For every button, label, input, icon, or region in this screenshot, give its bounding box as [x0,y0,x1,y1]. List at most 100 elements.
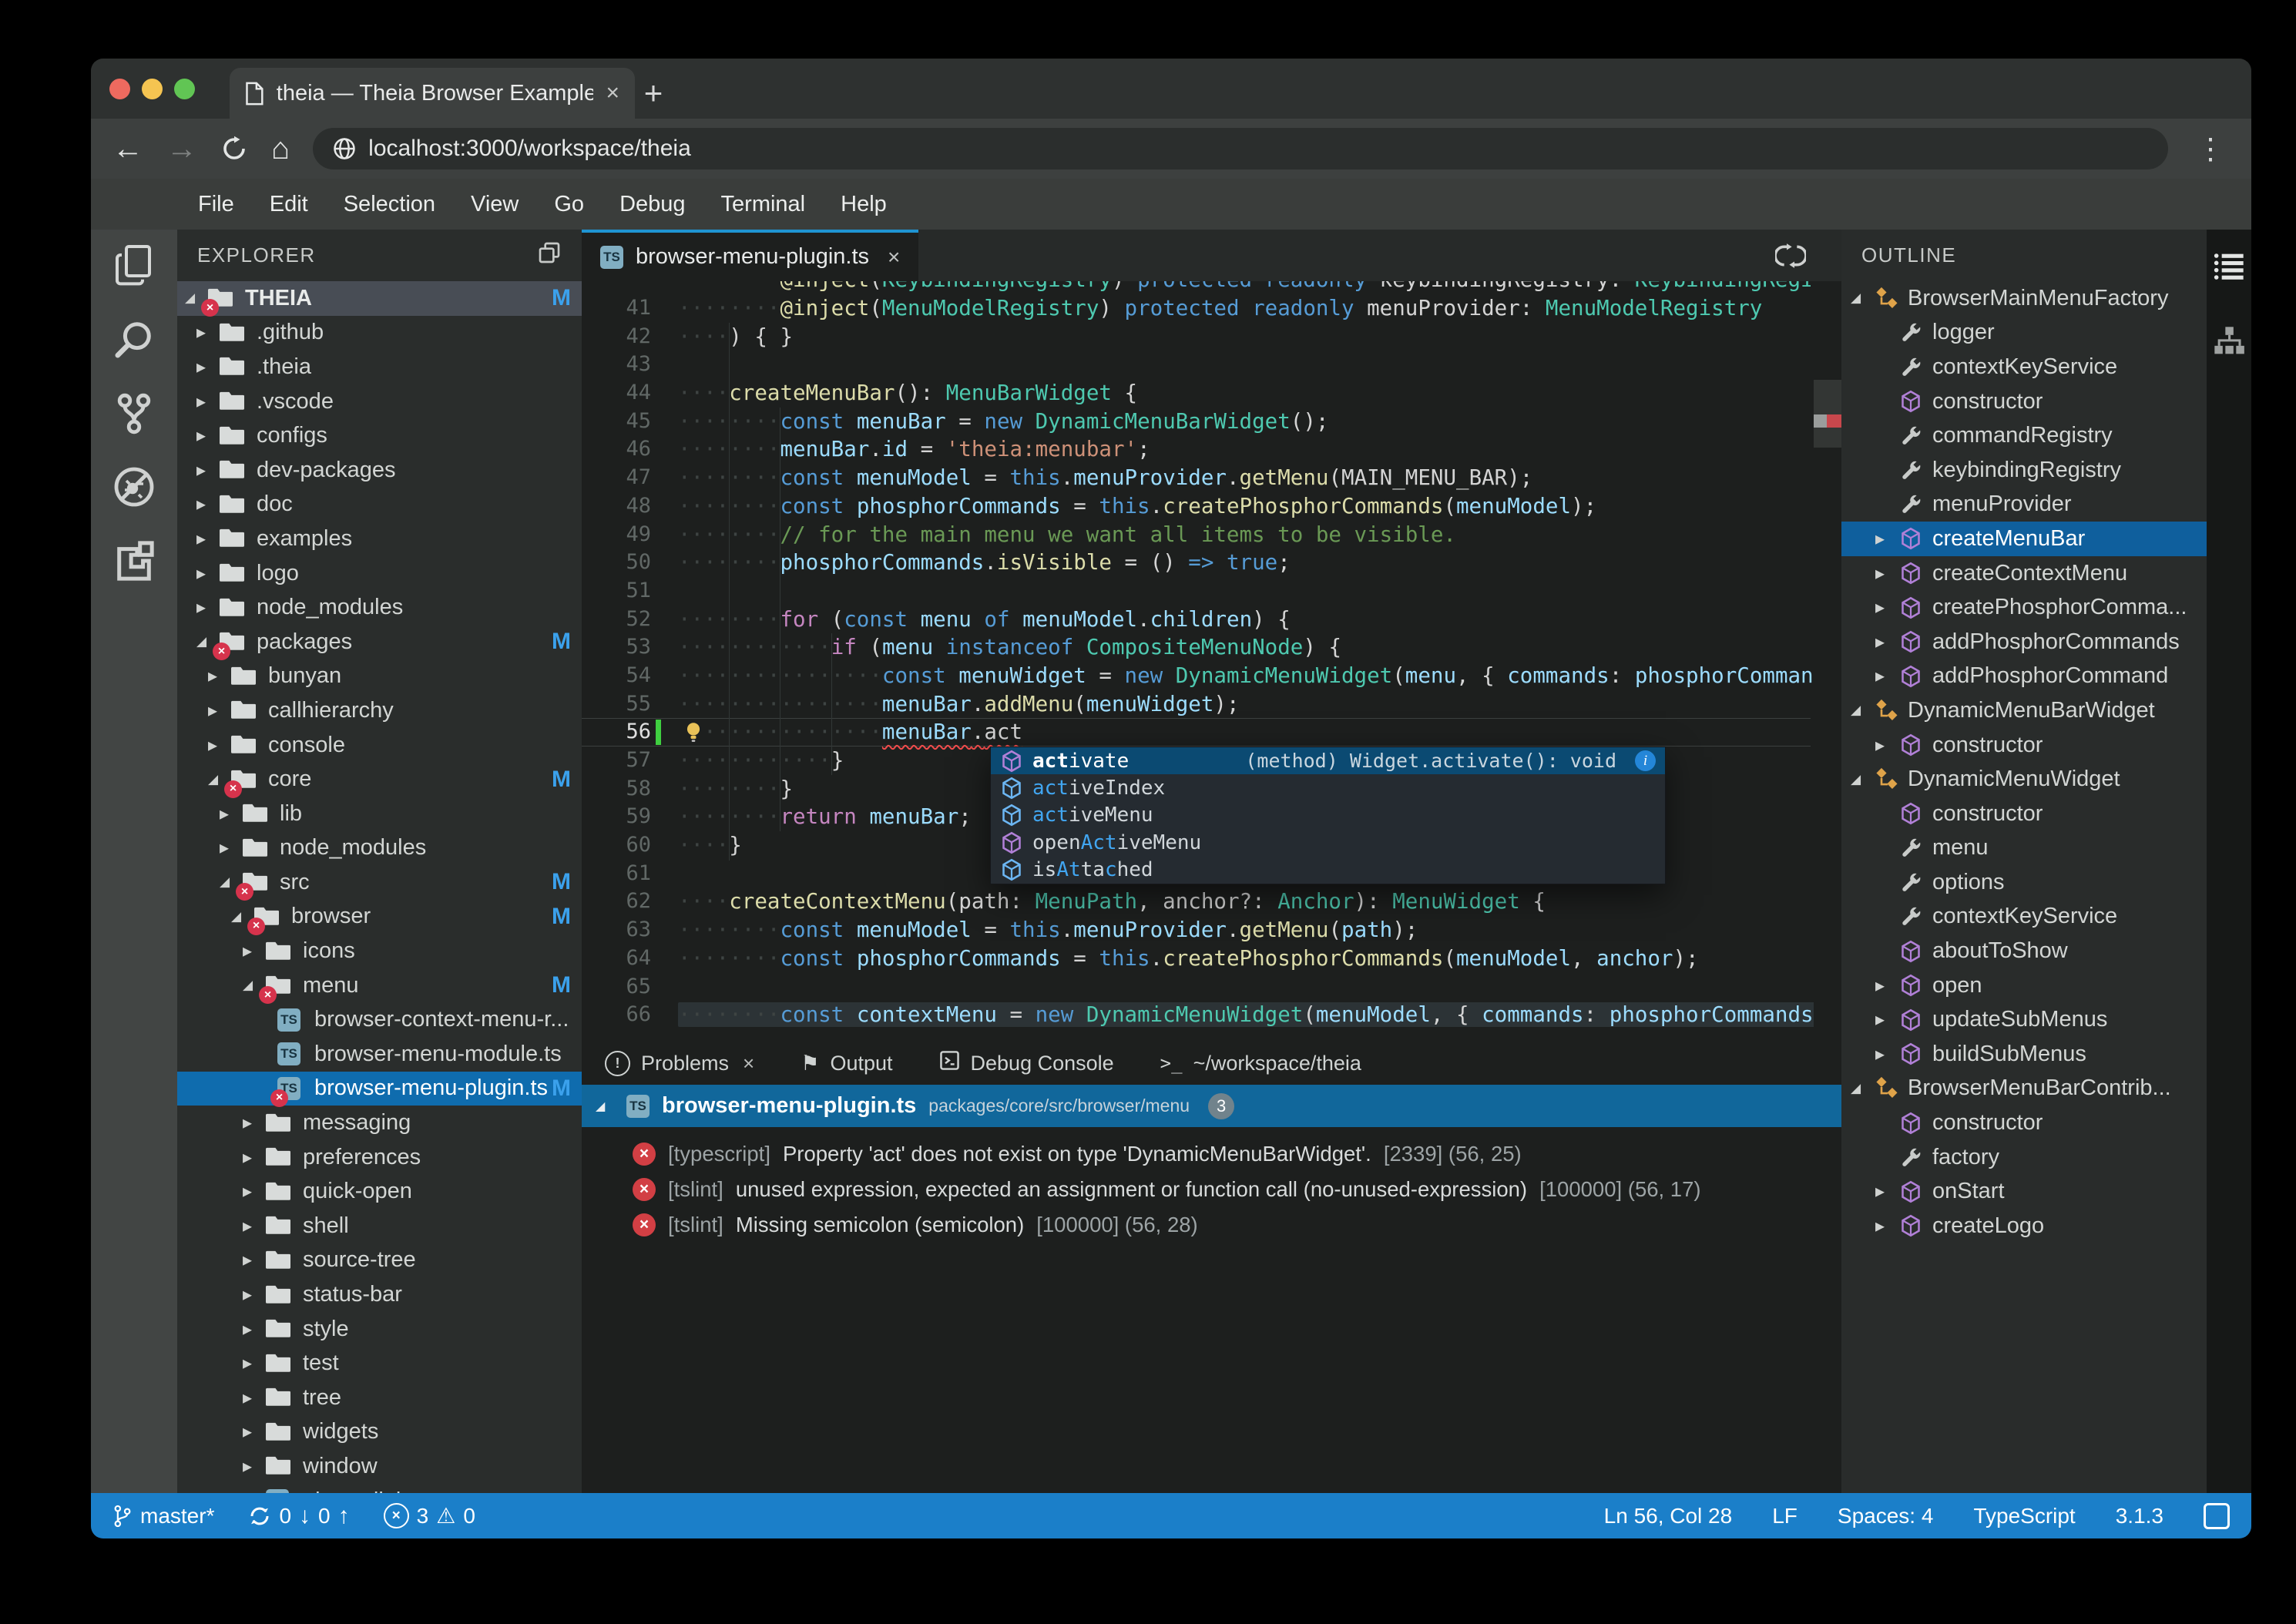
back-icon[interactable]: ← [112,133,143,164]
outline-item-addPhosphorCommand[interactable]: ▸ addPhosphorCommand [1841,659,2207,694]
tree-twistie-icon[interactable]: ▸ [1875,734,1898,757]
cursor-position[interactable]: Ln 56, Col 28 [1604,1504,1733,1528]
tree-twistie-icon[interactable]: ▸ [1875,528,1898,550]
tree-twistie-icon[interactable]: ▸ [243,1112,266,1134]
tree-item-browser-menu-plugin.ts[interactable]: TS × browser-menu-plugin.ts M [177,1071,582,1107]
tree-twistie-icon[interactable]: ▸ [196,391,220,413]
tree-item-examples[interactable]: ▸ examples [177,522,582,556]
code-line-50[interactable]: 50 ········phosphorCommands.isVisible = (… [582,549,1811,577]
tree-item-callhierarchy[interactable]: ▸ callhierarchy [177,693,582,728]
tree-item-icons[interactable]: ▸ icons [177,934,582,968]
tree-twistie-icon[interactable]: ◢ [1851,290,1874,306]
tree-twistie-icon[interactable]: ▸ [196,424,220,447]
collapse-folders-icon[interactable] [537,240,562,270]
debug-icon[interactable] [112,465,156,508]
suggest-item[interactable]: activeIndex [991,774,1665,801]
code-line-44[interactable]: 44 ····createMenuBar(): MenuBarWidget { [582,379,1811,408]
files-icon[interactable] [112,243,156,287]
tree-twistie-icon[interactable]: ▸ [1875,596,1898,619]
code-line-62[interactable]: 62 ····createContextMenu(path: MenuPath, … [582,887,1811,916]
code-line-55[interactable]: 55 ················menuBar.addMenu(menuWi… [582,690,1811,719]
tree-item-preferences[interactable]: ▸ preferences [177,1140,582,1175]
tree-twistie-icon[interactable]: ▸ [196,459,220,481]
tree-item-style[interactable]: ▸ style [177,1312,582,1347]
close-editor-icon[interactable]: × [888,245,900,270]
tree-twistie-icon[interactable]: ▸ [1875,1215,1898,1237]
outline-item-BrowserMainMenuFactory[interactable]: ◢ BrowserMainMenuFactory [1841,281,2207,316]
outline-item-constructor[interactable]: constructor [1841,1106,2207,1140]
tree-twistie-icon[interactable]: ▸ [1875,665,1898,687]
menu-edit[interactable]: Edit [252,192,326,217]
outline-item-DynamicMenuBarWidget[interactable]: ◢ DynamicMenuBarWidget [1841,693,2207,728]
tree-item-browser[interactable]: ◢ × browser M [177,900,582,935]
panel-tab--workspace-theia[interactable]: >_ ~/workspace/theia [1160,1052,1361,1075]
git-branch-status[interactable]: master* [112,1504,214,1528]
tree-item-browser-menu-module.ts[interactable]: TS browser-menu-module.ts [177,1037,582,1072]
code-line-52[interactable]: 52 ········for (const menu of menuModel.c… [582,606,1811,634]
code-line-47[interactable]: 47 ········const menuModel = this.menuPro… [582,464,1811,492]
close-panel-icon[interactable]: × [743,1052,754,1075]
menu-selection[interactable]: Selection [326,192,453,217]
tree-item-.theia[interactable]: ▸ .theia [177,350,582,384]
menu-view[interactable]: View [453,192,536,217]
version-indicator[interactable]: 3.1.3 [2116,1504,2163,1528]
tree-item-browser-context-menu-r...[interactable]: TS browser-context-menu-r... [177,1002,582,1037]
tree-twistie-icon[interactable]: ◢ [1851,772,1874,787]
outline-item-keybindingRegistry[interactable]: keybindingRegistry [1841,453,2207,488]
editor-tab[interactable]: TS browser-menu-plugin.ts × [582,230,919,281]
tree-twistie-icon[interactable]: ▸ [243,1283,266,1306]
code-line-43[interactable]: 43 [582,351,1811,379]
tree-twistie-icon[interactable]: ▸ [208,665,231,687]
outline-item-createPhosphorComma...[interactable]: ▸ createPhosphorComma... [1841,590,2207,625]
problem-row[interactable]: × [typescript] Property 'act' does not exi… [582,1136,1841,1172]
lightbulb-icon[interactable] [680,720,707,746]
editor-scrollbar[interactable] [1814,281,1841,1042]
outline-item-logger[interactable]: logger [1841,316,2207,351]
outline-item-createContextMenu[interactable]: ▸ createContextMenu [1841,556,2207,591]
outline-item-constructor[interactable]: constructor [1841,384,2207,419]
outline-item-onStart[interactable]: ▸ onStart [1841,1174,2207,1209]
info-icon[interactable]: i [1635,750,1656,772]
tree-item-shell[interactable]: ▸ shell [177,1209,582,1243]
menu-debug[interactable]: Debug [602,192,703,217]
tree-twistie-icon[interactable]: ▸ [196,562,220,585]
tree-item-.vscode[interactable]: ▸ .vscode [177,384,582,419]
problems-status[interactable]: × 3 ⚠ 0 [383,1503,475,1528]
tree-item-quick-open[interactable]: ▸ quick-open [177,1174,582,1209]
outline-item-buildSubMenus[interactable]: ▸ buildSubMenus [1841,1037,2207,1072]
tree-item-menu[interactable]: ◢ × menu M [177,968,582,1005]
tree-item-status-bar[interactable]: ▸ status-bar [177,1277,582,1312]
problem-row[interactable]: × [tslint] unused expression, expected an … [582,1172,1841,1207]
outline-item-menuProvider[interactable]: menuProvider [1841,488,2207,522]
tree-twistie-icon[interactable]: ◢ [1851,1081,1874,1096]
suggest-item[interactable]: isAttached [991,857,1665,884]
tree-item-node_modules[interactable]: ▸ node_modules [177,831,582,866]
tree-item-core[interactable]: ◢ × core M [177,762,582,798]
tree-item-source-tree[interactable]: ▸ source-tree [177,1243,582,1278]
tree-twistie-icon[interactable]: ▸ [243,1421,266,1443]
outline-item-BrowserMenuBarContrib...[interactable]: ◢ BrowserMenuBarContrib... [1841,1072,2207,1106]
source-control-icon[interactable] [112,391,156,435]
code-line-53[interactable]: 53 ············if (menu instanceof Compos… [582,633,1811,662]
outline-item-contextKeyService[interactable]: contextKeyService [1841,900,2207,934]
tree-item-messaging[interactable]: ▸ messaging [177,1106,582,1140]
tree-twistie-icon[interactable]: ▸ [196,493,220,515]
tree-twistie-icon[interactable]: ▸ [243,1352,266,1374]
tree-twistie-icon[interactable]: ◢ [1851,703,1874,718]
reload-icon[interactable] [220,135,248,163]
search-icon[interactable] [112,317,156,361]
browser-menu-icon[interactable]: ⋮ [2191,132,2230,166]
tree-twistie-icon[interactable]: ▸ [243,1455,266,1478]
code-line-65[interactable]: 65 [582,973,1811,1002]
address-bar[interactable]: localhost:3000/workspace/theia [313,128,2168,169]
tree-twistie-icon[interactable]: ▸ [243,940,266,962]
tree-item-console[interactable]: ▸ console [177,728,582,763]
suggest-item[interactable]: openActiveMenu [991,829,1665,856]
code-line-64[interactable]: 64 ········const phosphorCommands = this.… [582,945,1811,973]
code-line-66[interactable]: 66 ········const contextMenu = new Dynami… [582,1001,1841,1029]
panel-tab-problems[interactable]: ! Problems × [605,1050,754,1076]
tree-item-src[interactable]: ◢ × src M [177,865,582,901]
outline-item-commandRegistry[interactable]: commandRegistry [1841,418,2207,453]
tree-twistie-icon[interactable]: ▸ [243,1180,266,1203]
indentation-indicator[interactable]: Spaces: 4 [1838,1504,1934,1528]
